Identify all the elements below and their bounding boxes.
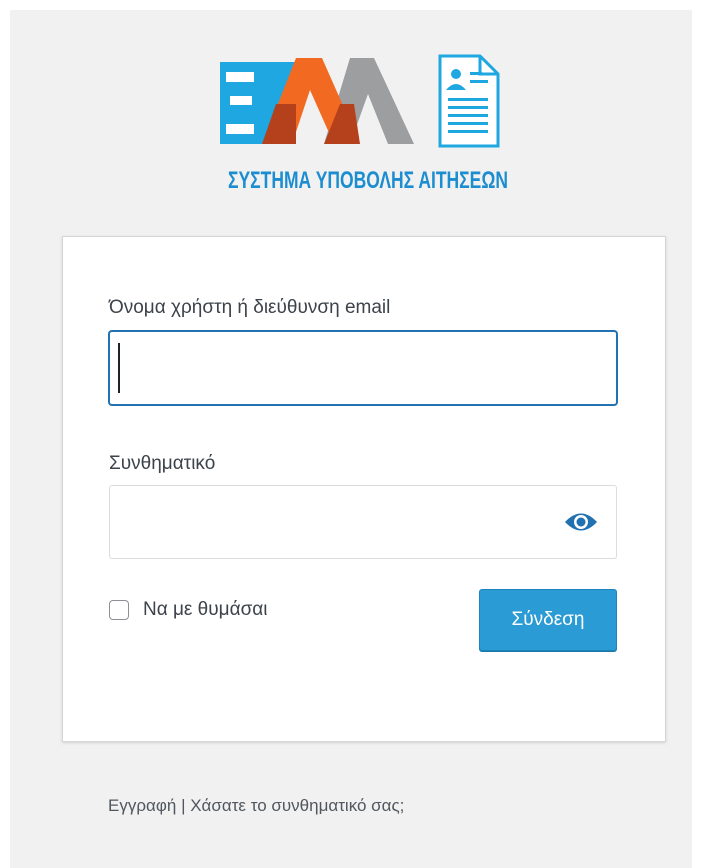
nav-separator: | [181,796,186,815]
text-cursor [118,343,120,393]
remember-me-checkbox[interactable] [109,600,129,620]
site-logo[interactable]: ΣΥΣΤΗΜΑ ΥΠΟΒΟΛΗΣ ΑΙΤΗΣΕΩΝ [218,50,518,200]
username-input[interactable] [109,331,617,405]
eaa-logo-graphic: ΣΥΣΤΗΜΑ ΥΠΟΒΟΛΗΣ ΑΙΤΗΣΕΩΝ [220,54,508,194]
logo-xi-top [226,72,254,82]
lost-password-link[interactable]: Χάσατε το συνθηματικό σας; [190,796,404,815]
login-page: ΣΥΣΤΗΜΑ ΥΠΟΒΟΛΗΣ ΑΙΤΗΣΕΩΝ Όνομα χρήστη ή… [10,10,692,868]
remember-me[interactable]: Να με θυμάσαι [109,595,268,625]
login-button[interactable]: Σύνδεση [479,589,617,651]
logo-document-icon [438,54,500,148]
logo-caption: ΣΥΣΤΗΜΑ ΥΠΟΒΟΛΗΣ ΑΙΤΗΣΕΩΝ [228,167,508,194]
login-form: Όνομα χρήστη ή διεύθυνση email Συνθηματι… [62,236,666,742]
login-nav-links: Εγγραφή | Χάσατε το συνθηματικό σας; [108,796,404,816]
register-link[interactable]: Εγγραφή [108,796,176,815]
remember-me-label: Να με θυμάσαι [143,599,268,620]
password-input[interactable] [109,485,617,559]
logo-xi-middle [230,96,252,105]
eye-icon[interactable] [563,509,599,535]
logo-xi-bottom [226,124,254,134]
password-label: Συνθηματικό [109,453,216,474]
username-label: Όνομα χρήστη ή διεύθυνση email [109,297,391,318]
